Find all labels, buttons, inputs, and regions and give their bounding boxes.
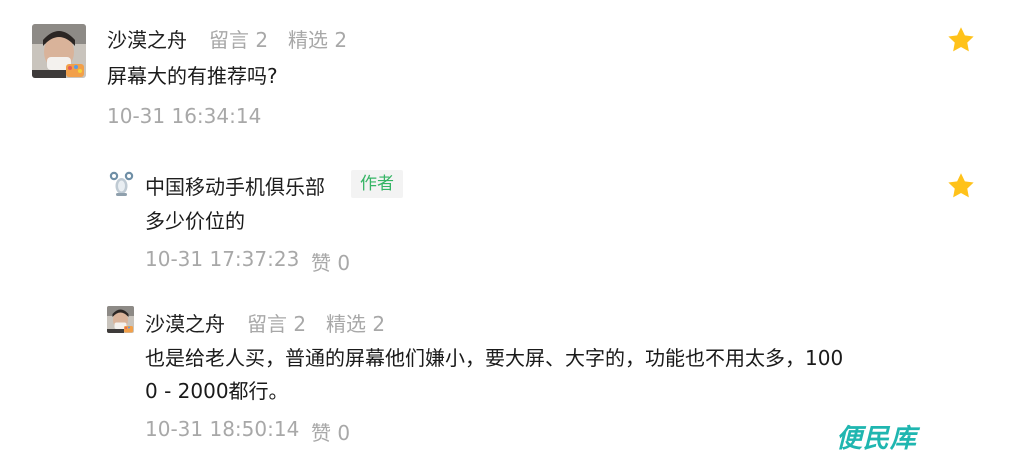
reply-text-line: 也是给老人买，普通的屏幕他们嫌小，要大屏、大字的，功能也不用太多，100 bbox=[145, 346, 844, 370]
reply-text-line: 0 - 2000都行。 bbox=[145, 379, 289, 403]
avatar[interactable] bbox=[32, 24, 86, 78]
user-name[interactable]: 沙漠之舟 bbox=[145, 308, 225, 337]
robot-mascot-icon[interactable] bbox=[108, 170, 135, 197]
avatar[interactable] bbox=[107, 306, 134, 333]
watermark-logo: 便民库 bbox=[836, 424, 918, 454]
author-badge: 作者 bbox=[351, 170, 403, 198]
star-icon[interactable] bbox=[946, 171, 976, 201]
messages-count: 留言 2 bbox=[247, 312, 307, 336]
like-button[interactable]: 赞 0 bbox=[311, 247, 350, 276]
timestamp: 10-31 18:50:14 bbox=[145, 417, 300, 441]
comment-text: 屏幕大的有推荐吗? bbox=[107, 64, 278, 88]
timestamp: 10-31 16:34:14 bbox=[107, 104, 262, 128]
user-name[interactable]: 中国移动手机俱乐部 bbox=[145, 171, 325, 200]
featured-count: 精选 2 bbox=[288, 28, 348, 52]
reply-text: 多少价位的 bbox=[145, 209, 245, 233]
user-name[interactable]: 沙漠之舟 bbox=[107, 24, 187, 53]
messages-count: 留言 2 bbox=[209, 28, 269, 52]
timestamp: 10-31 17:37:23 bbox=[145, 247, 300, 271]
like-button[interactable]: 赞 0 bbox=[311, 417, 350, 446]
featured-count: 精选 2 bbox=[326, 312, 386, 336]
star-icon[interactable] bbox=[946, 25, 976, 55]
